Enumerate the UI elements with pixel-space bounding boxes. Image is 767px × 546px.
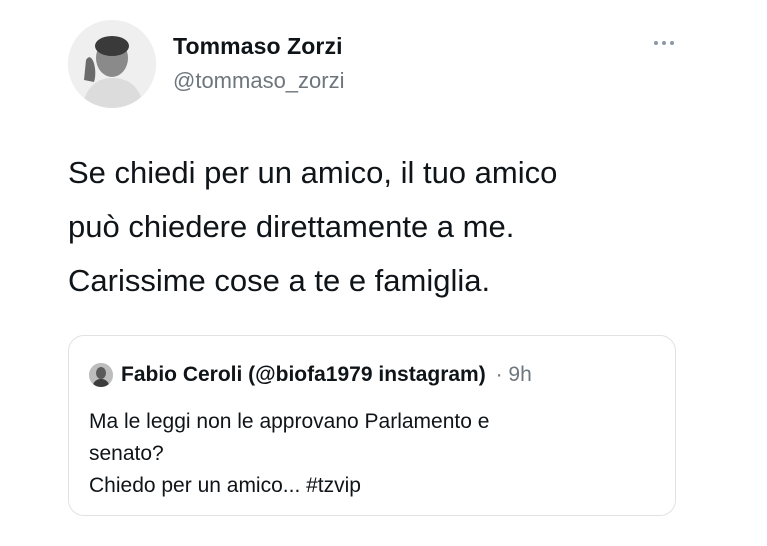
quoted-tweet-header: Fabio Ceroli (@biofa1979 instagram) · 9h	[121, 363, 532, 387]
author-avatar[interactable]	[68, 20, 156, 108]
more-horizontal-icon-dot	[670, 41, 674, 45]
quoted-text-line: senato?	[89, 442, 164, 465]
author-name[interactable]: Tommaso Zorzi	[173, 33, 343, 60]
avatar-photo-icon	[89, 363, 113, 387]
quoted-text-line: Ma le leggi non le approvano Parlamento …	[89, 410, 490, 433]
tweet-text-line: può chiedere direttamente a me.	[68, 209, 515, 244]
quoted-author-avatar[interactable]	[89, 363, 113, 387]
quoted-timestamp[interactable]: 9h	[508, 363, 531, 386]
quoted-author-name[interactable]: Fabio Ceroli (@biofa1979 instagram)	[121, 363, 486, 386]
quoted-tweet[interactable]: Fabio Ceroli (@biofa1979 instagram) · 9h…	[68, 335, 676, 516]
more-options-button[interactable]	[644, 28, 684, 58]
more-horizontal-icon	[654, 41, 658, 45]
author-handle[interactable]: @tommaso_zorzi	[173, 68, 345, 94]
avatar-photo-icon	[68, 20, 156, 108]
quoted-text-line: Chiedo per un amico... #tzvip	[89, 474, 361, 497]
quoted-tweet-text: Ma le leggi non le approvano Parlamento …	[89, 406, 659, 502]
quoted-separator: ·	[495, 363, 503, 386]
tweet-text: Se chiedi per un amico, il tuo amico può…	[68, 146, 708, 308]
tweet-text-line: Se chiedi per un amico, il tuo amico	[68, 155, 558, 190]
more-horizontal-icon-dot	[662, 41, 666, 45]
tweet-card: Tommaso Zorzi @tommaso_zorzi Se chiedi p…	[0, 0, 767, 546]
tweet-text-line: Carissime cose a te e famiglia.	[68, 263, 491, 298]
